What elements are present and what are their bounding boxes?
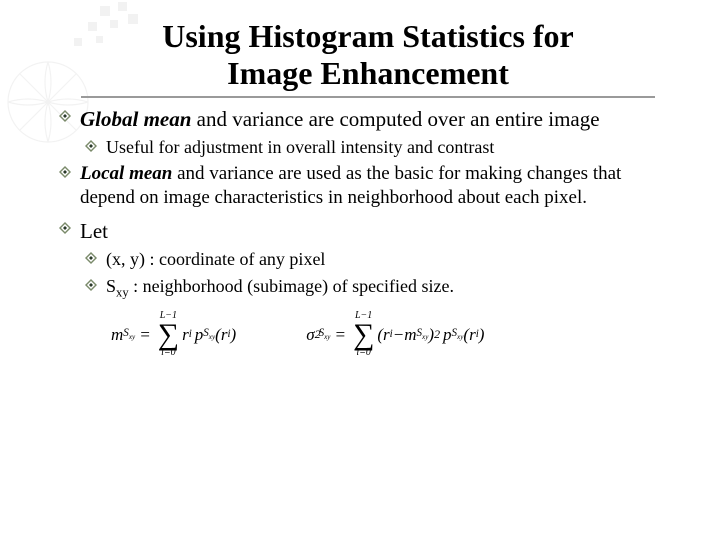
sub-bullet-xy-coord: (x, y) : coordinate of any pixel: [82, 248, 680, 271]
formula-local-mean: mSxy = L−1 ∑ i=0 ri pSxy (ri): [111, 311, 236, 358]
diamond-bullet-icon: [82, 136, 100, 156]
term-global-mean: Global mean: [80, 107, 191, 131]
diamond-bullet-icon: [56, 106, 74, 126]
summation-icon: L−1 ∑ i=0: [353, 311, 374, 358]
title-line-2: Image Enhancement: [227, 55, 509, 91]
diamond-bullet-icon: [56, 162, 74, 182]
slide-body: Global mean and variance are computed ov…: [56, 106, 680, 358]
bullet-text: Local mean and variance are used as the …: [80, 162, 680, 210]
bullet-global-mean: Global mean and variance are computed ov…: [56, 106, 680, 132]
diamond-bullet-icon: [82, 248, 100, 268]
bullet-let: Let: [56, 218, 680, 244]
formula-local-variance: σ2Sxy = L−1 ∑ i=0 (ri − mSxy)2 pSxy (ri): [306, 311, 484, 358]
title-underline: [81, 96, 655, 98]
diamond-bullet-icon: [82, 275, 100, 295]
slide-title: Using Histogram Statistics for Image Enh…: [56, 18, 680, 92]
bullet-text: Sxy : neighborhood (subimage) of specifi…: [106, 275, 680, 301]
diamond-bullet-icon: [56, 218, 74, 238]
bullet-text: Let: [80, 218, 680, 244]
bullet-text: (x, y) : coordinate of any pixel: [106, 248, 680, 271]
bullet-text: Global mean and variance are computed ov…: [80, 106, 680, 132]
title-line-1: Using Histogram Statistics for: [162, 18, 574, 54]
sub-bullet-sxy-neighborhood: Sxy : neighborhood (subimage) of specifi…: [82, 275, 680, 301]
formula-row: mSxy = L−1 ∑ i=0 ri pSxy (ri) σ2Sxy = L−…: [111, 311, 680, 358]
bullet-text: Useful for adjustment in overall intensi…: [106, 136, 680, 159]
term-local-mean: Local mean: [80, 163, 172, 184]
bullet-local-mean: Local mean and variance are used as the …: [56, 162, 680, 210]
summation-icon: L−1 ∑ i=0: [158, 311, 179, 358]
sub-bullet-global-useful: Useful for adjustment in overall intensi…: [82, 136, 680, 159]
